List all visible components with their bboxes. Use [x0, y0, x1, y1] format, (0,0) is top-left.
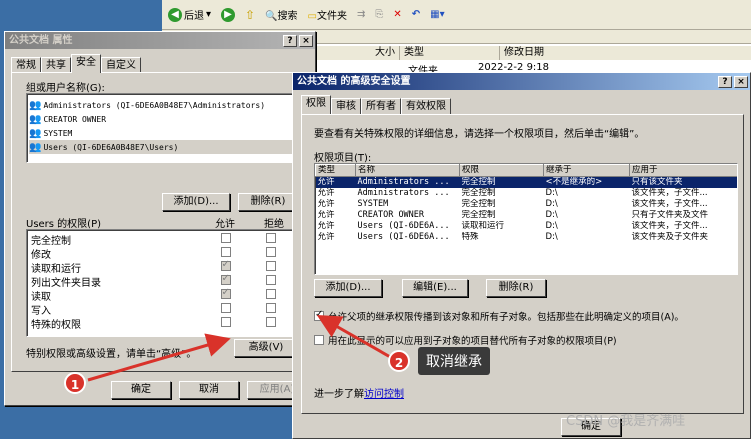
annotation-arrows [87, 315, 393, 382]
callout-label: 取消继承 [418, 347, 490, 375]
watermark: CSDN @我是齐满哇 [566, 414, 686, 429]
tab-security[interactable]: 安全 [71, 54, 101, 73]
arrow-1 [87, 333, 231, 382]
arrow-2 [316, 315, 393, 360]
step-badge-1: 1 [64, 372, 86, 394]
step-badge-2: 2 [388, 350, 410, 372]
tab-permissions[interactable]: 权限 [301, 95, 331, 114]
